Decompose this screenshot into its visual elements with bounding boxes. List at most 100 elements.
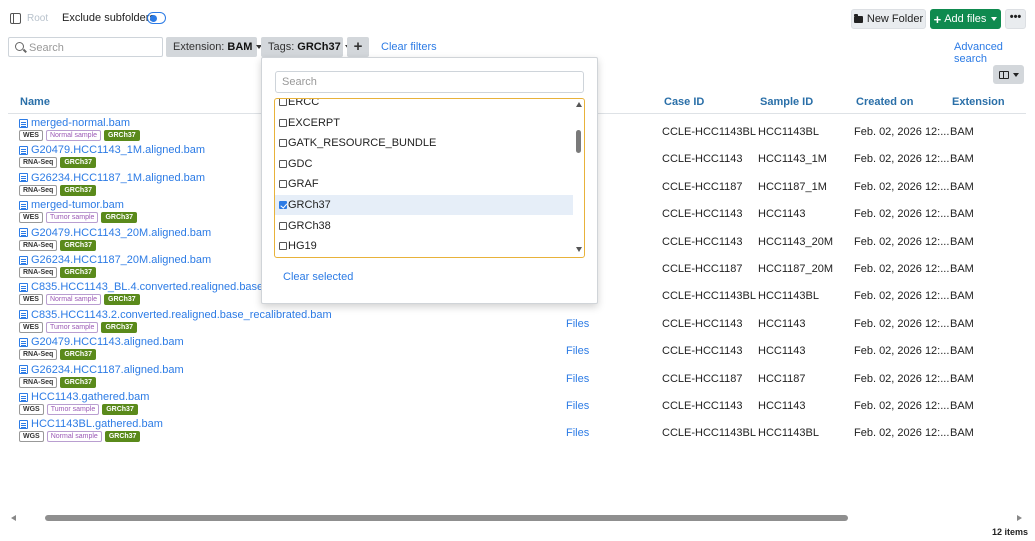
extension-cell: BAM bbox=[950, 126, 974, 138]
files-link[interactable]: Files bbox=[566, 318, 589, 330]
tag-option[interactable]: GRCh38 bbox=[275, 216, 573, 236]
checkbox-icon[interactable] bbox=[279, 242, 287, 251]
tag-list: WGS Normal sample GRCh37 bbox=[19, 431, 141, 443]
tag-badge: GRCh37 bbox=[60, 157, 96, 169]
table-row[interactable]: HCC1143.gathered.bam WGS Tumor sample GRCh3… bbox=[0, 391, 1035, 418]
file-name-link[interactable]: G20479.HCC1143_1M.aligned.bam bbox=[19, 144, 205, 156]
add-files-button[interactable]: + Add files bbox=[930, 9, 1001, 29]
tags-search-field[interactable] bbox=[275, 71, 584, 93]
tag-list: WES Tumor sample GRCh37 bbox=[19, 321, 138, 333]
tag-list: RNA-Seq GRCh37 bbox=[19, 376, 96, 388]
case-id-cell: CCLE-HCC1143 bbox=[662, 400, 743, 412]
file-icon bbox=[19, 337, 28, 347]
files-link[interactable]: Files bbox=[566, 345, 589, 357]
tag-option-label: GRCh38 bbox=[288, 219, 331, 232]
tag-option-label: GDC bbox=[288, 157, 313, 170]
tag-badge: GRCh37 bbox=[60, 239, 96, 251]
files-link[interactable]: Files bbox=[566, 427, 589, 439]
advanced-search-link[interactable]: Advanced search bbox=[954, 41, 1035, 65]
column-toggle-button[interactable] bbox=[993, 65, 1024, 84]
file-name-link[interactable]: C835.HCC1143.2.converted.realigned.base_… bbox=[19, 309, 332, 321]
checkbox-icon[interactable] bbox=[279, 99, 287, 106]
file-name-link[interactable]: HCC1143BL.gathered.bam bbox=[19, 418, 163, 430]
sample-id-cell: HCC1187 bbox=[758, 372, 806, 385]
checkbox-icon[interactable] bbox=[279, 221, 287, 230]
file-name: G26234.HCC1187_1M.aligned.bam bbox=[31, 171, 206, 184]
column-header-case-id[interactable]: Case ID bbox=[664, 96, 704, 108]
file-name-link[interactable]: merged-normal.bam bbox=[19, 117, 130, 129]
case-id-cell: CCLE-HCC1143BL bbox=[662, 126, 756, 138]
sidebar-toggle-icon[interactable] bbox=[10, 13, 21, 24]
files-link[interactable]: Files bbox=[566, 373, 589, 385]
clear-filters-link[interactable]: Clear filters bbox=[381, 41, 437, 53]
tag-option[interactable]: GRAF bbox=[275, 174, 573, 194]
column-header-sample-id[interactable]: Sample ID bbox=[760, 96, 813, 108]
table-row[interactable]: G26234.HCC1187.aligned.bam RNA-Seq GRCh37 F… bbox=[0, 364, 1035, 391]
tag-option[interactable]: EXCERPT bbox=[275, 113, 573, 133]
created-on-cell: Feb. 02, 2026 12:... bbox=[854, 345, 950, 358]
clear-selected-link[interactable]: Clear selected bbox=[283, 271, 353, 283]
file-browser: Root Exclude subfolders New Folder + Add… bbox=[0, 0, 1035, 541]
more-options-button[interactable]: ••• bbox=[1005, 9, 1026, 29]
table-row[interactable]: C835.HCC1143.2.converted.realigned.base_… bbox=[0, 309, 1035, 336]
tag-badge: WES bbox=[19, 212, 43, 224]
file-name-link[interactable]: merged-tumor.bam bbox=[19, 199, 124, 211]
tag-option-label: HG19 bbox=[288, 240, 317, 253]
exclude-subfolders-toggle[interactable] bbox=[147, 12, 166, 24]
tags-filter-button[interactable]: Tags: GRCh37 bbox=[261, 37, 351, 57]
scroll-up-icon[interactable] bbox=[576, 102, 582, 107]
file-name-link[interactable]: G26234.HCC1187.aligned.bam bbox=[19, 364, 184, 376]
tag-option[interactable]: GDC bbox=[275, 154, 573, 174]
extension-cell: BAM bbox=[950, 317, 974, 330]
tag-option[interactable]: HG19 bbox=[275, 236, 573, 256]
file-icon bbox=[19, 255, 28, 265]
tags-filter-label: Tags: bbox=[268, 41, 295, 53]
column-header-created-on[interactable]: Created on bbox=[856, 96, 913, 108]
file-icon bbox=[19, 282, 28, 292]
column-header-name[interactable]: Name bbox=[20, 96, 50, 108]
tag-list: RNA-Seq GRCh37 bbox=[19, 349, 96, 361]
tag-option[interactable]: ERCC bbox=[275, 99, 573, 112]
file-name-link[interactable]: G20479.HCC1143_20M.aligned.bam bbox=[19, 227, 211, 239]
file-icon bbox=[19, 310, 28, 320]
tag-badge: Tumor sample bbox=[46, 404, 100, 415]
tag-badge: GRCh37 bbox=[101, 321, 138, 333]
tag-badge: RNA-Seq bbox=[19, 184, 58, 196]
file-name-link[interactable]: HCC1143.gathered.bam bbox=[19, 391, 149, 403]
file-name-link[interactable]: G26234.HCC1187_20M.aligned.bam bbox=[19, 254, 211, 266]
breadcrumb-root[interactable]: Root bbox=[27, 13, 48, 24]
vertical-scrollbar-thumb[interactable] bbox=[576, 130, 581, 153]
checkbox-icon[interactable] bbox=[279, 159, 287, 168]
checkbox-icon[interactable] bbox=[279, 139, 287, 148]
add-filter-button[interactable]: + bbox=[347, 37, 369, 57]
table-row[interactable]: G20479.HCC1143.aligned.bam RNA-Seq GRCh37 F… bbox=[0, 336, 1035, 363]
checkbox-icon[interactable] bbox=[279, 118, 287, 127]
tags-filter-value: GRCh37 bbox=[297, 41, 341, 53]
scroll-down-icon[interactable] bbox=[576, 247, 582, 252]
scroll-left-icon[interactable] bbox=[11, 515, 16, 521]
checkbox-icon[interactable] bbox=[279, 201, 287, 209]
table-row[interactable]: HCC1143BL.gathered.bam WGS Normal sample GR… bbox=[0, 418, 1035, 445]
scroll-right-icon[interactable] bbox=[1017, 515, 1022, 521]
new-folder-button[interactable]: New Folder bbox=[851, 9, 926, 29]
created-on-cell: Feb. 02, 2026 12:... bbox=[854, 427, 950, 440]
column-header-extension[interactable]: Extension bbox=[952, 96, 1005, 108]
tag-option[interactable]: GATK_RESOURCE_BUNDLE bbox=[275, 133, 573, 153]
tag-option-label: GRAF bbox=[288, 178, 319, 191]
search-field[interactable] bbox=[8, 37, 163, 57]
extension-cell: BAM bbox=[950, 263, 974, 275]
extension-filter-button[interactable]: Extension: BAM bbox=[166, 37, 263, 57]
file-name-link[interactable]: G26234.HCC1187_1M.aligned.bam bbox=[19, 172, 205, 184]
tag-option[interactable]: GRCh37 bbox=[275, 195, 573, 215]
tags-list[interactable]: HG19 GRCh38 GRCh37 GRAF GDC GATK_RESOURCE_BUN… bbox=[274, 98, 585, 258]
horizontal-scrollbar-thumb[interactable] bbox=[45, 515, 848, 521]
tags-search-input[interactable] bbox=[276, 72, 583, 92]
file-name-link[interactable]: G20479.HCC1143.aligned.bam bbox=[19, 336, 184, 348]
new-folder-label: New Folder bbox=[866, 13, 924, 25]
created-on-cell: Feb. 02, 2026 12:... bbox=[854, 126, 950, 138]
checkbox-icon[interactable] bbox=[279, 180, 287, 189]
case-id-cell: CCLE-HCC1143 bbox=[662, 317, 743, 330]
created-on-cell: Feb. 02, 2026 12:... bbox=[854, 317, 950, 330]
search-input[interactable] bbox=[29, 40, 159, 55]
files-link[interactable]: Files bbox=[566, 400, 589, 412]
